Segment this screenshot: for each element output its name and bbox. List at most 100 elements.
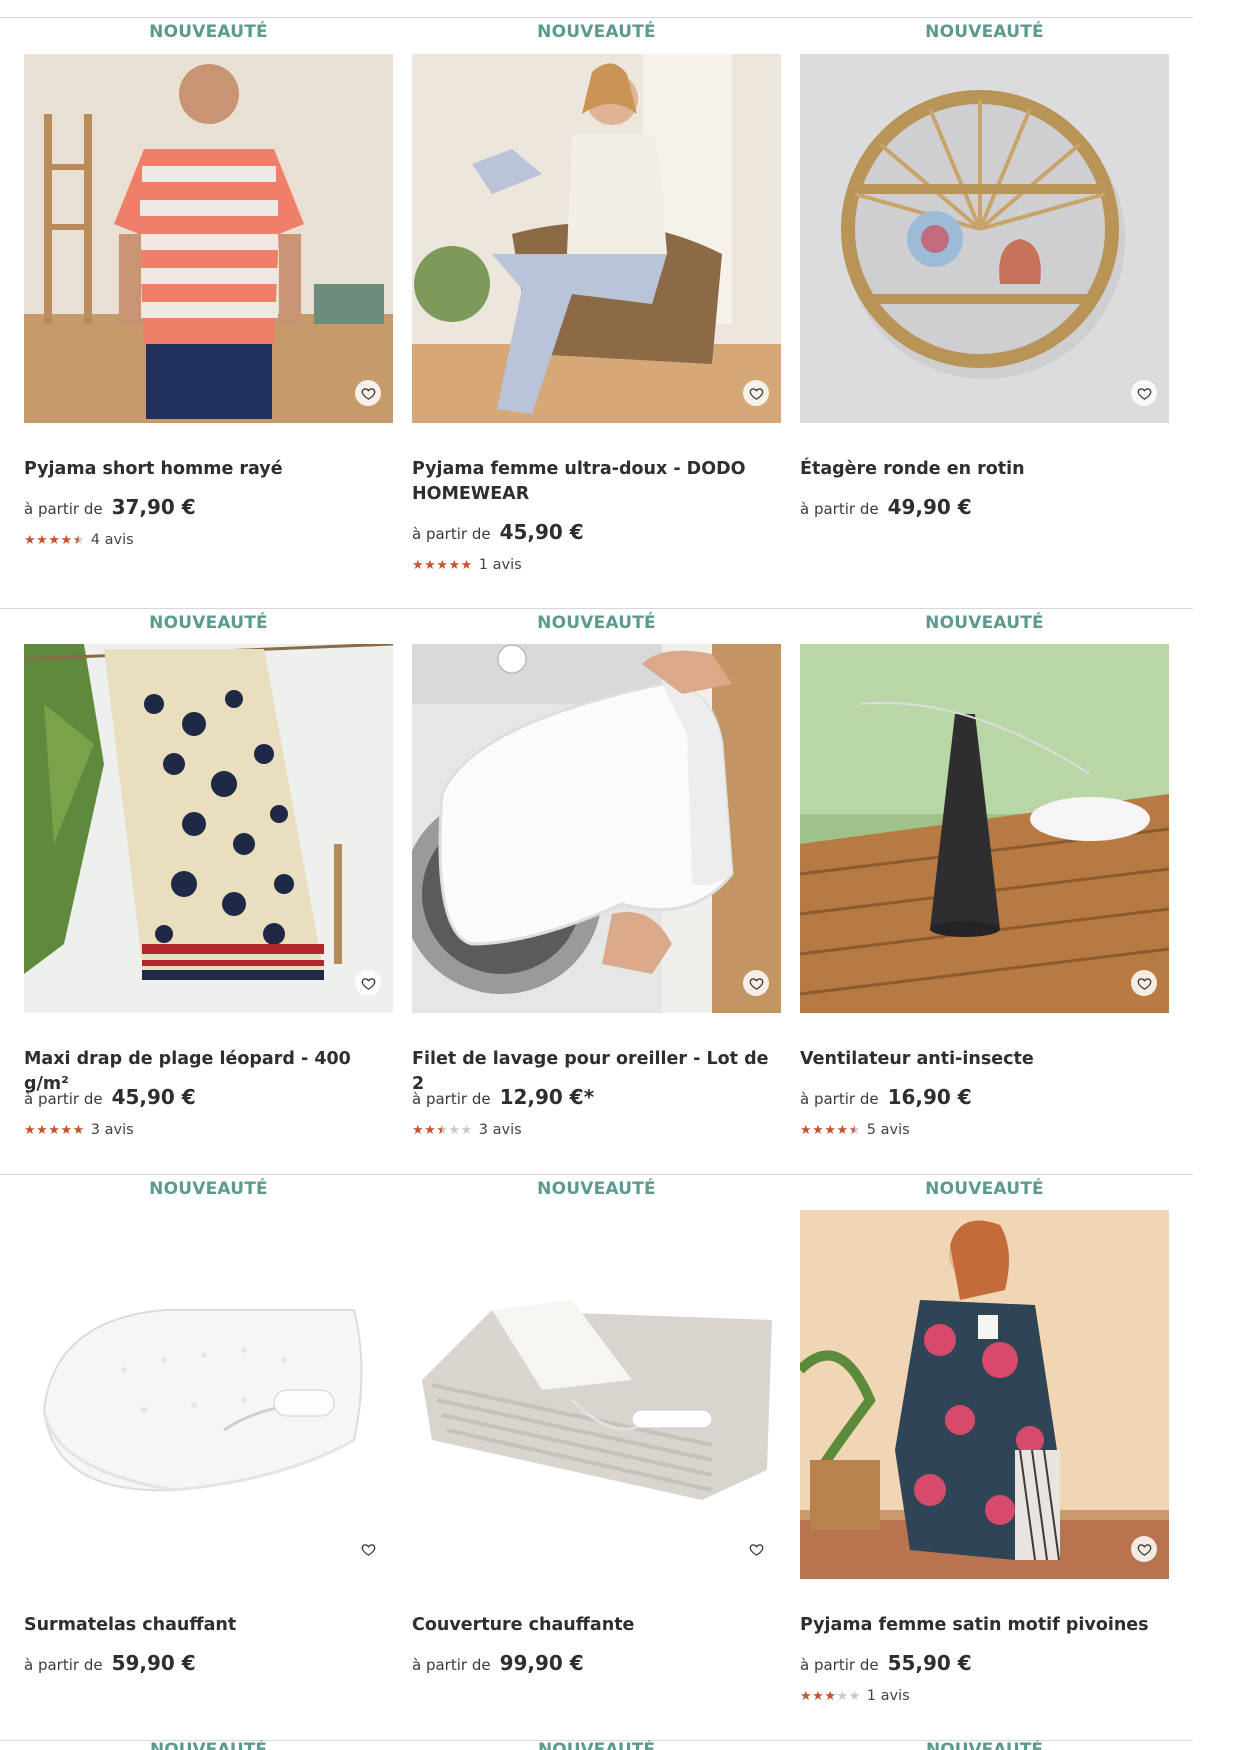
row-divider (0, 17, 1193, 18)
star-icon: ★ (448, 1122, 461, 1138)
new-badge: NOUVEAUTÉ (149, 22, 268, 42)
product-image[interactable] (800, 644, 1169, 1013)
review-count: 1 avis (478, 557, 522, 573)
price-line: à partir de 45,90 € (24, 1085, 196, 1109)
round-rattan-shelf-photo (800, 54, 1169, 423)
star-icon: ★ (72, 532, 85, 548)
review-count: 4 avis (90, 532, 134, 548)
star-icon: ★ (848, 1122, 861, 1138)
product-rating[interactable]: ★ ★ ★ ★ ★ 1 avis (412, 557, 522, 573)
heart-icon (361, 1542, 376, 1557)
favorite-button[interactable] (355, 970, 381, 996)
star-icon: ★ (24, 1122, 36, 1138)
star-icon: ★ (460, 557, 473, 573)
product-price: 45,90 € (499, 520, 584, 544)
price-prefix: à partir de (800, 1090, 879, 1108)
heart-icon (749, 386, 764, 401)
star-icon: ★ (824, 1688, 836, 1704)
new-badge: NOUVEAUTÉ (925, 613, 1044, 633)
price-line: à partir de 37,90 € (24, 495, 196, 519)
star-icon: ★ (836, 1688, 849, 1704)
woman-satin-peony-pyjama-photo (800, 1210, 1169, 1579)
product-image[interactable] (24, 54, 393, 423)
product-rating[interactable]: ★ ★ ★ ★ ★ 4 avis (24, 532, 134, 548)
star-icon: ★ (36, 532, 48, 548)
heart-icon (1137, 1542, 1152, 1557)
review-count: 5 avis (866, 1122, 910, 1138)
product-title[interactable]: Couverture chauffante (412, 1613, 781, 1638)
favorite-button[interactable] (1131, 1536, 1157, 1562)
product-image[interactable] (412, 54, 781, 423)
review-count: 3 avis (478, 1122, 522, 1138)
product-image[interactable] (24, 644, 393, 1013)
star-icon: ★ (836, 1122, 849, 1138)
rating-stars: ★ ★ ★ ★ ★ (412, 559, 473, 572)
leopard-beach-towel-photo (24, 644, 393, 1013)
price-prefix: à partir de (24, 1656, 103, 1674)
price-line: à partir de 59,90 € (24, 1651, 196, 1675)
star-icon: ★ (412, 1122, 424, 1138)
product-image[interactable] (412, 1210, 781, 1579)
new-badge: NOUVEAUTÉ (537, 1179, 656, 1199)
star-icon: ★ (800, 1688, 812, 1704)
star-icon: ★ (60, 532, 73, 548)
product-price: 45,90 € (111, 1085, 196, 1109)
heart-icon (1137, 976, 1152, 991)
star-icon: ★ (424, 1122, 436, 1138)
heart-icon (749, 1542, 764, 1557)
star-icon: ★ (24, 532, 36, 548)
star-icon: ★ (72, 1122, 85, 1138)
product-rating[interactable]: ★ ★ ★ ★ ★ 1 avis (800, 1688, 910, 1704)
star-icon: ★ (448, 557, 461, 573)
product-title[interactable]: Pyjama short homme rayé (24, 457, 393, 482)
heart-icon (749, 976, 764, 991)
star-icon: ★ (812, 1122, 824, 1138)
new-badge: NOUVEAUTÉ (149, 1179, 268, 1199)
product-price: 55,90 € (887, 1651, 972, 1675)
product-rating[interactable]: ★ ★ ★ ★ ★ 5 avis (800, 1122, 910, 1138)
heated-blanket-photo (412, 1210, 781, 1579)
product-price: 99,90 € (499, 1651, 584, 1675)
favorite-button[interactable] (743, 380, 769, 406)
favorite-button[interactable] (1131, 380, 1157, 406)
product-title[interactable]: Ventilateur anti-insecte (800, 1047, 1169, 1072)
product-title[interactable]: Étagère ronde en rotin (800, 457, 1169, 482)
price-line: à partir de 16,90 € (800, 1085, 972, 1109)
rating-stars: ★ ★ ★ ★ ★ (412, 1124, 473, 1137)
anti-insect-fan-photo (800, 644, 1169, 1013)
man-striped-pyjama-photo (24, 54, 393, 423)
heart-icon (1137, 386, 1152, 401)
price-prefix: à partir de (800, 1656, 879, 1674)
star-icon: ★ (36, 1122, 48, 1138)
row-divider (0, 1174, 1193, 1175)
review-count: 3 avis (90, 1122, 134, 1138)
price-line: à partir de 55,90 € (800, 1651, 972, 1675)
favorite-button[interactable] (743, 970, 769, 996)
woman-pyjama-chair-photo (412, 54, 781, 423)
price-line: à partir de 49,90 € (800, 495, 972, 519)
rating-stars: ★ ★ ★ ★ ★ (800, 1690, 861, 1703)
product-rating[interactable]: ★ ★ ★ ★ ★ 3 avis (24, 1122, 134, 1138)
product-image[interactable] (24, 1210, 393, 1579)
next-row-badge: NOUVEAUTÉ (926, 1740, 1043, 1750)
price-line: à partir de 99,90 € (412, 1651, 584, 1675)
product-rating[interactable]: ★ ★ ★ ★ ★ 3 avis (412, 1122, 522, 1138)
product-image[interactable] (412, 644, 781, 1013)
favorite-button[interactable] (355, 1536, 381, 1562)
product-title[interactable]: Pyjama femme ultra-doux - DODO HOMEWEAR (412, 457, 781, 507)
product-price: 37,90 € (111, 495, 196, 519)
row-divider (0, 608, 1193, 609)
product-price: 59,90 € (111, 1651, 196, 1675)
product-title[interactable]: Surmatelas chauffant (24, 1613, 393, 1638)
star-icon: ★ (48, 532, 60, 548)
favorite-button[interactable] (355, 380, 381, 406)
next-row-badge: NOUVEAUTÉ (150, 1740, 267, 1750)
heart-icon (361, 386, 376, 401)
new-badge: NOUVEAUTÉ (537, 22, 656, 42)
favorite-button[interactable] (743, 1536, 769, 1562)
product-image[interactable] (800, 1210, 1169, 1579)
price-line: à partir de 45,90 € (412, 520, 584, 544)
product-title[interactable]: Pyjama femme satin motif pivoines (800, 1613, 1169, 1638)
product-image[interactable] (800, 54, 1169, 423)
favorite-button[interactable] (1131, 970, 1157, 996)
